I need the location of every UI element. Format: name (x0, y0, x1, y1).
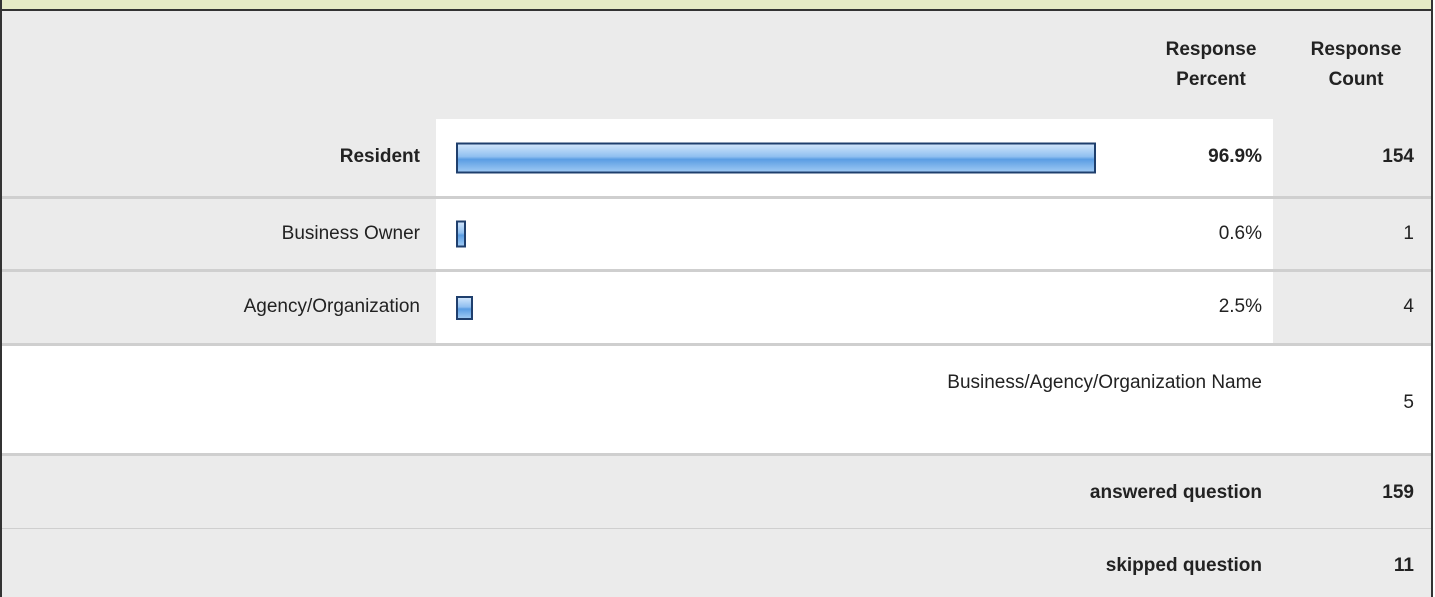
answered-question-count: 159 (1382, 482, 1414, 503)
answer-row: Resident 96.9% 154 (2, 119, 1431, 196)
answer-row: Business Owner 0.6% 1 (2, 196, 1431, 269)
other-response-row: Business/Agency/Organization Name 5 (2, 343, 1431, 453)
answer-count: 154 (1382, 146, 1414, 167)
skipped-question-row: skipped question 11 (2, 528, 1431, 597)
skipped-question-label: skipped question (1105, 555, 1262, 576)
answer-row: Agency/Organization 2.5% 4 (2, 269, 1431, 343)
answer-count: 4 (1403, 296, 1414, 317)
answer-label: Business Owner (281, 223, 420, 244)
response-percent-header-line2: Percent (1176, 69, 1246, 90)
response-count-header-line2: Count (1328, 69, 1384, 90)
bar-business-owner (456, 220, 466, 248)
response-count-header: Response Count (1282, 37, 1430, 93)
answer-count: 1 (1403, 223, 1414, 244)
bar-resident (456, 142, 1096, 173)
answer-percent: 2.5% (1218, 296, 1262, 317)
answer-percent: 0.6% (1218, 223, 1262, 244)
response-percent-header-line1: Response (1165, 39, 1257, 60)
question-header-band (2, 0, 1431, 11)
table-header-row: Response Percent Response Count (2, 11, 1431, 119)
response-count-header-line1: Response (1310, 39, 1402, 60)
survey-results-table: Response Percent Response Count Resident… (0, 0, 1433, 597)
response-percent-header: Response Percent (1146, 37, 1276, 93)
skipped-question-count: 11 (1393, 555, 1414, 576)
bar-agency-organization (456, 295, 473, 320)
answer-percent: 96.9% (1208, 146, 1262, 167)
answered-question-label: answered question (1089, 482, 1262, 503)
answer-label: Agency/Organization (243, 296, 420, 317)
other-field-link[interactable]: Business/Agency/Organization Name (702, 370, 1262, 396)
answered-question-row: answered question 159 (2, 453, 1431, 528)
answer-label: Resident (339, 146, 420, 167)
other-field-count: 5 (1403, 392, 1414, 413)
